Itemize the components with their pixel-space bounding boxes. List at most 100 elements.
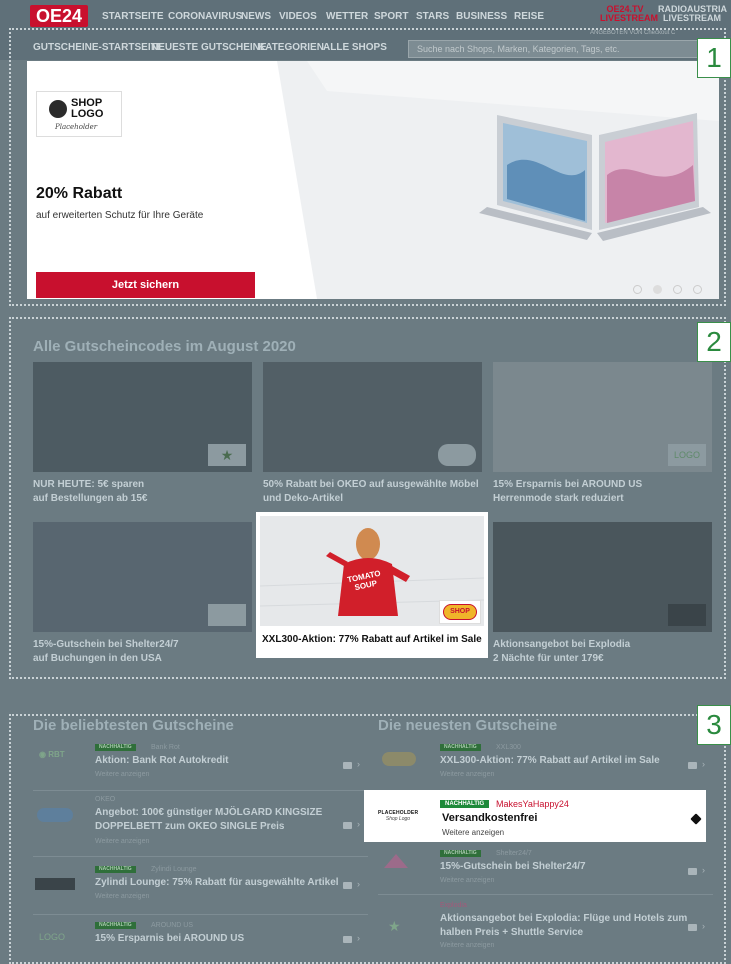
popular-row-3[interactable]: NACHHALTIG Zylindi Lounge Zylindi Lounge… xyxy=(33,864,368,912)
carousel-dots xyxy=(633,281,702,299)
coupon-tile-6-caption[interactable]: Aktionsangebot bei Explodia 2 Nächte für … xyxy=(493,638,712,666)
newest-row-3[interactable]: NACHHALTIG Shelter24/7 15%-Gutschein bei… xyxy=(378,848,713,892)
laptop-image xyxy=(479,113,711,241)
weitere-anzeigen-link[interactable]: Weitere anzeigen xyxy=(440,771,494,778)
tag-icon xyxy=(343,936,352,943)
carousel-dot-3[interactable] xyxy=(673,285,682,294)
coupon-tile-3-image[interactable]: LOGO xyxy=(493,362,712,472)
carousel-dot-4[interactable] xyxy=(693,285,702,294)
nav-oe24tv[interactable]: OE24.TV LIVESTREAM xyxy=(600,5,659,23)
nav-radioaustria[interactable]: RADIOAUSTRIA LIVESTREAM xyxy=(658,5,727,23)
logo-placeholder-badge: LOGO xyxy=(668,444,706,466)
placeholder-shop-logo: PLACEHOLDER Shop Logo xyxy=(378,810,418,828)
codes-heading: Alle Gutscheincodes im August 2020 xyxy=(33,338,296,355)
weitere-anzeigen-link[interactable]: Weitere anzeigen xyxy=(440,877,494,884)
weitere-anzeigen-link[interactable]: Weitere anzeigen xyxy=(95,771,149,778)
tile-2-line2: und Deko-Artikel xyxy=(263,493,344,504)
site-logo[interactable]: OE24 xyxy=(30,5,88,27)
coupon-tile-4-caption[interactable]: 15%-Gutschein bei Shelter24/7 auf Buchung… xyxy=(33,638,252,666)
shop-name: Explodia xyxy=(440,902,467,909)
coupon-title-line1: Aktionsangebot bei Explodia: Flüge und H… xyxy=(440,913,688,924)
popular-row-2[interactable]: OKEO Angebot: 100€ günstiger MJÖLGARD KI… xyxy=(33,796,368,852)
weitere-anzeigen-link[interactable]: Weitere anzeigen xyxy=(440,942,494,949)
nav-business[interactable]: BUSINESS xyxy=(456,11,507,22)
chevron-right-icon: › xyxy=(357,819,360,829)
tile-4-line2: auf Buchungen in den USA xyxy=(33,653,162,664)
chevron-right-icon: › xyxy=(702,921,705,931)
popular-row-4[interactable]: LOGO NACHHALTIG AROUND US 15% Ersparnis … xyxy=(33,920,368,960)
popular-heading: Die beliebtesten Gutscheine xyxy=(33,717,234,734)
zylindi-logo-icon xyxy=(35,878,75,890)
nachhaltig-badge: NACHHALTIG xyxy=(95,866,136,873)
logo-placeholder-icon: LOGO xyxy=(39,932,66,942)
tag-icon xyxy=(343,822,352,829)
newest-row-4[interactable]: ★ Explodia Aktionsangebot bei Explodia: … xyxy=(378,900,713,960)
annotation-marker-2: 2 xyxy=(697,322,731,362)
coupon-title: Versandkostenfrei xyxy=(442,812,538,824)
shop-logo-emblem xyxy=(49,100,67,118)
chevron-right-icon: › xyxy=(702,865,705,875)
coupon-tile-2-image[interactable] xyxy=(263,362,482,472)
tile-5-caption[interactable]: XXL300-Aktion: 77% Rabatt auf Artikel im… xyxy=(262,634,482,645)
jetzt-sichern-button[interactable]: Jetzt sichern xyxy=(36,272,255,298)
chevron-right-icon: › xyxy=(357,933,360,943)
mountain-logo-badge xyxy=(208,604,246,626)
nav-sport[interactable]: SPORT xyxy=(374,11,408,22)
shop-name[interactable]: MakesYaHappy24 xyxy=(496,799,569,809)
coupon-tile-3-caption[interactable]: 15% Ersparnis bei AROUND US Herrenmode st… xyxy=(493,478,712,506)
weitere-anzeigen-link[interactable]: Weitere anzeigen xyxy=(442,828,504,837)
star-icon: ★ xyxy=(388,918,401,934)
shop-name: XXL300 xyxy=(496,744,521,751)
shop-logo-line2: LOGO xyxy=(71,108,104,120)
tag-icon xyxy=(688,762,697,769)
tag-icon[interactable] xyxy=(690,813,702,825)
hero-shop-logo: SHOP LOGO Placeholder xyxy=(36,91,122,137)
shop-name: Bank Rot xyxy=(151,744,180,751)
shop-name: AROUND US xyxy=(151,922,194,929)
carousel-dot-1[interactable] xyxy=(633,285,642,294)
coupon-title: Angebot: 100€ günstiger MJÖLGARD KINGSIZ… xyxy=(95,806,322,834)
star-icon: ★ xyxy=(208,444,246,466)
hero-subtitle: auf erweiterten Schutz für Ihre Geräte xyxy=(36,210,204,221)
nachhaltig-badge: NACHHALTIG xyxy=(95,922,136,929)
nav-wetter[interactable]: WETTER xyxy=(326,11,368,22)
shop-logo-icon xyxy=(382,752,416,766)
nachhaltig-badge: NACHHALTIG xyxy=(440,850,481,857)
tag-icon xyxy=(688,924,697,931)
nachhaltig-badge: NACHHALTIG xyxy=(440,744,481,751)
weitere-anzeigen-link[interactable]: Weitere anzeigen xyxy=(95,893,149,900)
coupon-tile-2-caption[interactable]: 50% Rabatt bei OKEO auf ausgewählte Möbe… xyxy=(263,478,488,506)
tag-icon xyxy=(343,762,352,769)
newest-row-1[interactable]: NACHHALTIG XXL300 XXL300-Aktion: 77% Rab… xyxy=(378,742,713,786)
nav-videos[interactable]: VIDEOS xyxy=(279,11,317,22)
coupon-title-line2: halben Preis + Shuttle Service xyxy=(440,927,584,938)
shop-logo-text: SHOP LOGO xyxy=(71,98,103,120)
nav-reise[interactable]: REISE xyxy=(514,11,544,22)
coupon-tile-4-image[interactable] xyxy=(33,522,252,632)
coupon-title: Aktion: Bank Rot Autokredit xyxy=(95,755,229,766)
tile-6-line1: Aktionsangebot bei Explodia xyxy=(493,639,631,650)
shop-logo-badge xyxy=(438,444,476,466)
popular-row-1[interactable]: ◉ RBT NACHHALTIG Bank Rot Aktion: Bank R… xyxy=(33,742,368,790)
annotation-marker-3: 3 xyxy=(697,705,731,745)
oe24tv-livestream-label: LIVESTREAM xyxy=(600,13,659,23)
divider xyxy=(33,914,368,915)
coupon-tile-5-highlighted[interactable]: TOMATO SOUP SHOP XXL300-Aktion: 77% Raba… xyxy=(256,512,488,658)
tile-4-line1: 15%-Gutschein bei Shelter24/7 xyxy=(33,639,179,650)
tile-3-line2: Herrenmode stark reduziert xyxy=(493,493,624,504)
weitere-anzeigen-link[interactable]: Weitere anzeigen xyxy=(95,838,149,845)
tile-1-line1: NUR HEUTE: 5€ sparen xyxy=(33,479,145,490)
shop-name: OKEO xyxy=(95,796,116,803)
tile-1-line2: auf Bestellungen ab 15€ xyxy=(33,493,148,504)
coupon-tile-6-image[interactable] xyxy=(493,522,712,632)
coupon-tile-1-image[interactable]: ★ xyxy=(33,362,252,472)
nav-news[interactable]: NEWS xyxy=(241,11,271,22)
carousel-dot-2[interactable] xyxy=(653,285,662,294)
hero-banner[interactable] xyxy=(27,61,719,299)
coupon-tile-1-caption[interactable]: NUR HEUTE: 5€ sparen auf Bestellungen ab … xyxy=(33,478,252,506)
newest-row-2-highlighted[interactable]: PLACEHOLDER Shop Logo NACHHALTIG MakesYa… xyxy=(364,790,706,842)
nav-stars[interactable]: STARS xyxy=(416,11,449,22)
nav-coronavirus[interactable]: CORONAVIRUS xyxy=(168,11,242,22)
nav-startseite[interactable]: STARTSEITE xyxy=(102,11,163,22)
chevron-right-icon: › xyxy=(702,759,705,769)
